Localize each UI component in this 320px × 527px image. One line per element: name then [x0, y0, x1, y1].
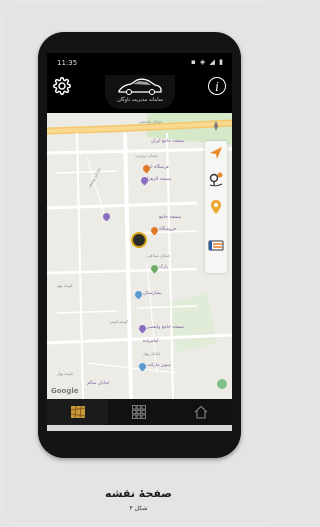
logo-text: سامانه مدیریت ناوگان — [117, 97, 163, 103]
my-location-button[interactable] — [217, 379, 227, 389]
poi-label: امامزاده — [143, 339, 159, 344]
poi-label: مسجد جامع — [159, 215, 182, 220]
app-screen: 11:35 ▪ ◈ ◢ ▮ i سامانه مدیریت ناوگان خیا… — [47, 53, 232, 431]
poi-label: خیابان سالم — [87, 381, 110, 386]
nav-item-grid[interactable] — [109, 399, 170, 425]
google-attribution: Google — [51, 387, 79, 395]
grid-icon — [132, 405, 146, 419]
navigate-arrow-icon[interactable] — [208, 145, 224, 161]
poi-label: پارک — [159, 265, 168, 270]
license-plate-icon[interactable] — [208, 237, 224, 253]
app-logo: سامانه مدیریت ناوگان — [105, 75, 175, 109]
map-icon — [70, 405, 86, 419]
poi-label: بیمارستان — [143, 291, 162, 296]
street-label: کوچه امینی — [109, 319, 128, 324]
street-label: خیابان بهار — [143, 351, 161, 356]
vehicle-marker[interactable] — [131, 232, 147, 248]
street-label: خیابان ولیعصر — [139, 119, 163, 124]
poi-label: مسجد الزهرا — [147, 177, 172, 182]
bottom-navigation — [47, 399, 232, 425]
street-label: میدان بروجرد — [135, 153, 158, 158]
compass-icon[interactable] — [211, 121, 221, 131]
status-time: 11:35 — [57, 59, 78, 67]
figure-caption-title: صفحهٔ نقشه — [105, 487, 172, 500]
street-label: خیابان صادقی — [147, 253, 171, 258]
top-bar: 11:35 ▪ ◈ ◢ ▮ i سامانه مدیریت ناوگان — [47, 53, 232, 113]
poi-label: فروشگاه — [159, 227, 176, 232]
info-button[interactable]: i — [208, 77, 226, 95]
system-home-bar — [47, 425, 232, 431]
map-tools-panel — [205, 141, 227, 273]
map-view[interactable]: خیابان ولیعصر مسجد جامع ایران میدان بروج… — [47, 113, 232, 399]
poi-label: مسجد جامع ولیعصر — [147, 325, 184, 330]
street-label: کوچه بهار — [57, 371, 73, 376]
status-icons: ▪ ◈ ◢ ▮ — [190, 58, 224, 66]
route-pin-icon[interactable] — [208, 171, 224, 187]
car-logo-icon — [118, 78, 162, 95]
street-label: کوچه نهم — [57, 283, 73, 288]
nav-item-map[interactable] — [47, 399, 108, 425]
poi-label: سوپر مارکت — [147, 363, 171, 368]
gear-icon[interactable] — [53, 77, 71, 95]
nav-item-home[interactable] — [171, 399, 232, 425]
location-pin-icon[interactable] — [208, 199, 224, 215]
poi-label: مسجد جامع ایران — [151, 139, 185, 144]
figure-caption-subtitle: شکل ۴ — [129, 505, 148, 512]
home-icon — [194, 405, 208, 419]
